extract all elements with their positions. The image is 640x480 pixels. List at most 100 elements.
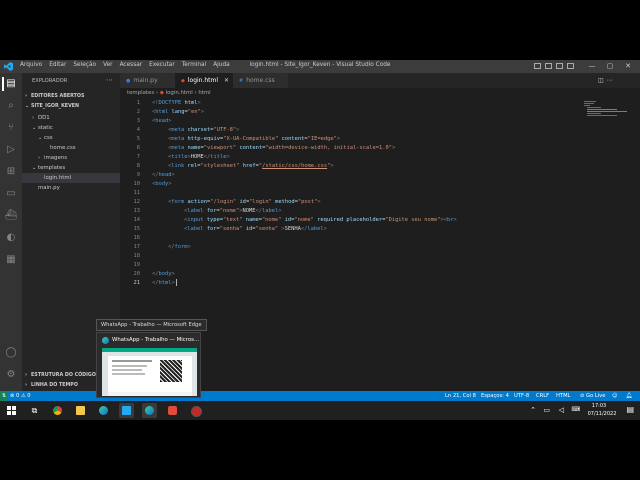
minimap[interactable] [582,99,632,129]
code-line: <link rel="stylesheet" href="/static/css… [168,163,334,169]
app-icon-dark[interactable] [188,403,203,418]
notes-icon[interactable]: ▦ [4,253,18,267]
line-number: 10 [133,181,141,187]
tree-item-label: login.html [44,175,72,181]
files-icon[interactable]: ▤ [2,77,18,91]
taskbar-thumbnail-preview[interactable]: WhatsApp - Trabalho — Micros... [96,332,201,398]
search-icon[interactable]: ⌕ [4,99,18,113]
code-line: <head> [152,118,172,124]
tree-item[interactable]: ⌄ templates [22,163,120,173]
code-line: <meta charset="UTF-8"> [168,127,240,133]
toggle-secondary-sidebar-icon[interactable] [556,63,563,69]
settings-gear-icon[interactable]: ⚙ [4,368,18,382]
more-actions-icon[interactable]: ⋯ [106,76,113,84]
task-view-icon[interactable]: ⧉ [27,403,42,418]
css-file-icon: # [239,78,244,84]
notifications-icon[interactable]: 🔔︎ [626,391,633,401]
tree-item-label: static [38,125,53,131]
tab-login-html[interactable]: ◆ login.html ✕ [175,73,233,88]
app-icon-red[interactable] [165,403,180,418]
line-number: 8 [136,163,140,169]
maximize-button[interactable]: ▢ [604,61,616,72]
source-control-icon[interactable]: ⑂ [4,121,18,135]
html-file-icon: ◆ [159,90,164,96]
docker-icon[interactable]: ⛴ [4,209,18,223]
run-debug-icon[interactable]: ▷ [4,143,18,157]
tree-item-label: home.css [50,145,76,151]
code-line: <label for="nome">NOME</label> [184,208,282,214]
language-icon[interactable]: ⌨ [571,406,580,413]
customize-layout-icon[interactable] [567,63,574,69]
code-line: </body> [152,271,175,277]
tree-item[interactable]: › imagens [22,153,120,163]
minimize-button[interactable]: — [586,61,598,72]
tree-item[interactable]: ⌄ css [22,133,120,143]
line-number: 20 [133,271,141,277]
account-icon[interactable]: ◯ [4,346,18,360]
line-number: 11 [133,190,141,196]
breadcrumb-folder[interactable]: templates [127,90,154,96]
line-number: 6 [136,145,140,151]
tree-item[interactable]: ⌄ static [22,123,120,133]
vscode-taskbar-icon[interactable] [119,403,134,418]
activity-bar: ▤ ⌕ ⑂ ▷ ⊞ ▭ ⛴ ◐ ▦ ◯ ⚙ [0,73,22,391]
line-number: 13 [133,208,141,214]
editor-scrollbar[interactable] [632,99,640,391]
notification-center-icon[interactable]: ▤ [626,405,634,414]
edge-icon [102,337,109,344]
editor-tabs: ● main.py ◆ login.html ✕ # home.css [120,73,640,88]
line-endings[interactable]: CRLF [536,391,549,401]
tree-item[interactable]: › DD1 [22,113,120,123]
toggle-panel-icon[interactable] [545,63,552,69]
tab-main-py[interactable]: ● main.py [120,73,175,88]
remote-indicator-icon[interactable]: ⇅ [0,391,8,401]
chrome-icon[interactable] [50,403,65,418]
line-number: 17 [133,244,141,250]
code-line: <meta http-equiv="X-UA-Compatible" conte… [168,136,341,142]
clock-date[interactable]: 07/11/2022 [584,411,620,417]
tray-chevron-icon[interactable]: ⌃ [530,406,536,414]
toggle-sidebar-icon[interactable] [534,63,541,69]
cursor-position[interactable]: Ln 21, Col 8 [445,391,476,401]
network-icon[interactable]: ▭ [543,406,550,414]
code-line: <title>HOME</title> [168,154,230,160]
remote-icon[interactable]: ▭ [4,187,18,201]
whatsapp-preview-image [102,348,197,396]
html-file-icon: ◆ [181,78,185,84]
extensions-icon[interactable]: ⊞ [4,165,18,179]
edge-icon[interactable]: ◐ [4,231,18,245]
edge-whatsapp-taskbar-icon[interactable] [142,403,157,418]
volume-icon[interactable]: ◁ [559,406,564,414]
windows-start-icon[interactable] [4,403,19,418]
tab-home-css[interactable]: # home.css [233,73,288,88]
tree-item[interactable]: home.css [22,143,120,153]
problems-indicator[interactable]: ⊗ 0 ⚠ 0 [10,391,31,401]
tree-item[interactable]: login.html [22,173,120,183]
tree-item[interactable]: main.py [22,183,120,193]
code-line: </html> [152,279,177,286]
editor-actions[interactable]: ◫⋯ [598,77,616,84]
breadcrumb-symbol[interactable]: html [198,90,210,96]
breadcrumb-file[interactable]: login.html [166,90,193,96]
feedback-icon[interactable]: ☺ [612,391,617,401]
line-number: 9 [136,172,140,178]
edge-icon[interactable] [96,403,111,418]
file-explorer-icon[interactable] [73,403,88,418]
line-number: 14 [133,217,141,223]
clock-time[interactable]: 17:03 [584,403,614,409]
code-line: <html lang="en"> [152,109,204,115]
code-editor[interactable]: <!DOCTYPE html> <html lang="en"> <head> … [152,99,577,359]
open-editors-section[interactable]: › EDITORES ABERTOS [25,93,123,99]
tree-item-label: templates [38,165,66,171]
code-line: <meta name="viewport" content="width=dev… [168,145,396,151]
go-live-button[interactable]: ⊘ Go Live [580,391,605,401]
line-number: 16 [133,235,141,241]
close-button[interactable]: ✕ [622,61,634,72]
tree-item-label: DD1 [38,115,50,121]
encoding[interactable]: UTF-8 [514,391,529,401]
project-section[interactable]: ⌄ SITE_IGOR_KEVEN [25,103,123,109]
indentation[interactable]: Espaços: 4 [481,391,509,401]
language-mode[interactable]: HTML [556,391,570,401]
close-tab-icon[interactable]: ✕ [224,73,229,88]
vscode-window: Arquivo Editar Seleção Ver Acessar Execu… [0,60,640,420]
